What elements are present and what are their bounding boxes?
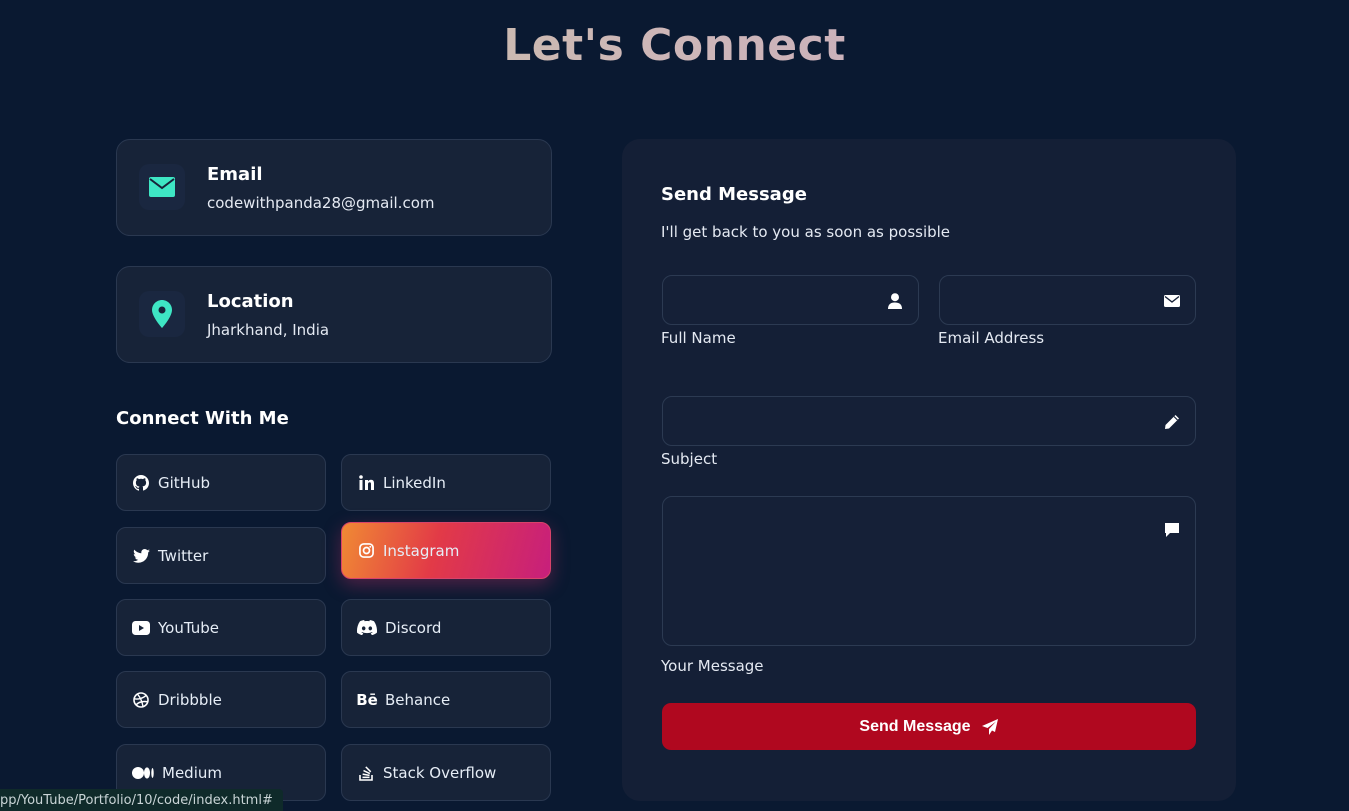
location-card-title: Location	[207, 291, 294, 312]
user-icon	[886, 292, 904, 310]
email-address-field	[939, 275, 1196, 325]
send-message-button-label: Send Message	[859, 717, 971, 735]
medium-icon	[132, 764, 154, 782]
discord-link[interactable]: Discord	[341, 599, 551, 656]
behance-label: Behance	[385, 690, 451, 709]
twitter-icon	[132, 547, 150, 565]
email-address-input[interactable]	[940, 276, 1195, 324]
full-name-label: Full Name	[661, 329, 736, 347]
youtube-label: YouTube	[158, 618, 219, 637]
email-card-value: codewithpanda28@gmail.com	[207, 194, 435, 212]
linkedin-icon	[357, 474, 375, 492]
dribbble-icon	[132, 691, 150, 709]
youtube-icon	[132, 619, 150, 637]
github-label: GitHub	[158, 473, 210, 492]
email-card: Email codewithpanda28@gmail.com	[116, 139, 552, 236]
stackoverflow-link[interactable]: Stack Overflow	[341, 744, 551, 801]
github-link[interactable]: GitHub	[116, 454, 326, 511]
email-icon-box	[139, 164, 185, 210]
dribbble-label: Dribbble	[158, 690, 222, 709]
message-label: Your Message	[661, 657, 764, 675]
github-icon	[132, 474, 150, 492]
location-icon-box	[139, 291, 185, 337]
instagram-label: Instagram	[383, 541, 460, 560]
location-card-value: Jharkhand, India	[207, 321, 330, 339]
behance-link[interactable]: Bē Behance	[341, 671, 551, 728]
pencil-icon	[1163, 413, 1181, 431]
browser-status-url: pp/YouTube/Portfolio/10/code/index.html#	[0, 789, 283, 811]
message-textarea[interactable]	[663, 497, 1195, 645]
form-title: Send Message	[661, 184, 807, 205]
behance-icon: Bē	[356, 690, 378, 709]
paper-plane-icon	[981, 718, 999, 736]
stackoverflow-icon	[357, 764, 375, 782]
twitter-label: Twitter	[158, 546, 209, 565]
subject-label: Subject	[661, 450, 718, 468]
instagram-icon	[357, 542, 375, 560]
form-subtitle: I'll get back to you as soon as possible	[661, 223, 951, 241]
subject-input[interactable]	[663, 397, 1195, 445]
linkedin-link[interactable]: LinkedIn	[341, 454, 551, 511]
discord-label: Discord	[385, 618, 442, 637]
linkedin-label: LinkedIn	[383, 473, 446, 492]
map-pin-icon	[152, 300, 172, 328]
page-title: Let's Connect	[0, 20, 1349, 71]
message-form-panel: Send Message I'll get back to you as soo…	[622, 139, 1236, 801]
email-card-title: Email	[207, 164, 263, 185]
location-card: Location Jharkhand, India	[116, 266, 552, 363]
envelope-icon	[1163, 292, 1181, 310]
email-address-label: Email Address	[938, 329, 1045, 347]
message-field	[662, 496, 1196, 646]
subject-field	[662, 396, 1196, 446]
envelope-icon	[149, 177, 175, 197]
stackoverflow-label: Stack Overflow	[383, 763, 497, 782]
youtube-link[interactable]: YouTube	[116, 599, 326, 656]
twitter-link[interactable]: Twitter	[116, 527, 326, 584]
discord-icon	[357, 619, 377, 637]
instagram-link[interactable]: Instagram	[341, 522, 551, 579]
send-message-button[interactable]: Send Message	[662, 703, 1196, 750]
medium-label: Medium	[162, 763, 222, 782]
full-name-field	[662, 275, 919, 325]
connect-heading: Connect With Me	[116, 408, 289, 429]
dribbble-link[interactable]: Dribbble	[116, 671, 326, 728]
full-name-input[interactable]	[663, 276, 918, 324]
comment-icon	[1163, 521, 1181, 539]
